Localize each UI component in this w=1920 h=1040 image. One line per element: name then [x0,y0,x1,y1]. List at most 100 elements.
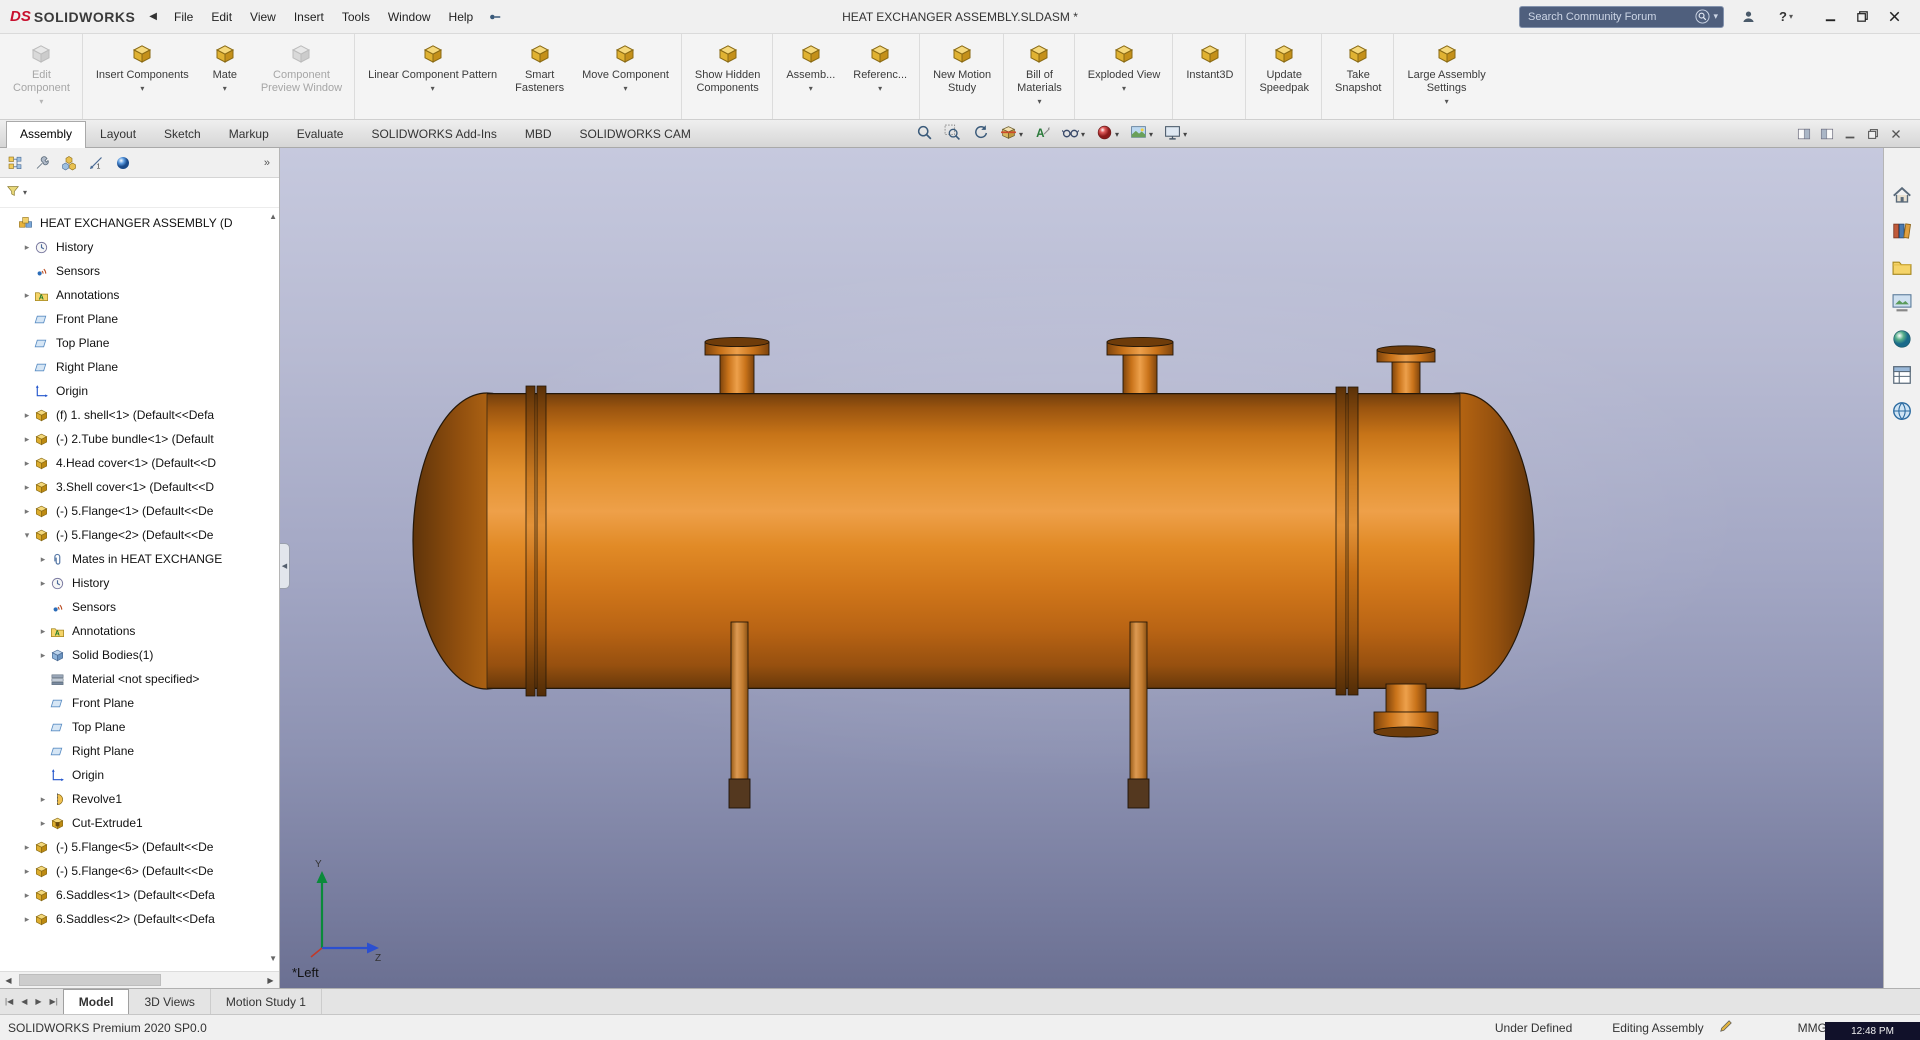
tab-solidworks-add-ins[interactable]: SOLIDWORKS Add-Ins [357,121,510,147]
user-account-icon[interactable] [1734,5,1762,29]
ribbon-bill-of-materials-button[interactable]: Bill of Materials ▾ [1008,34,1075,119]
bottom-tab-3d-views[interactable]: 3D Views [129,989,211,1014]
tab-scroll-icon-0[interactable]: |◀ [3,997,15,1006]
expand-arrow-icon[interactable]: ▸ [20,914,34,925]
ribbon-new-motion-study-button[interactable]: New Motion Study [924,34,1005,119]
nozzle-top-1[interactable] [704,336,770,397]
ribbon-reference-geometry-button[interactable]: Referenc... ▾ [844,34,921,119]
tab-scroll-icon-3[interactable]: ▶| [48,997,60,1006]
zoom-to-area-button[interactable] [944,124,961,144]
restore-doc-icon[interactable] [1865,126,1881,142]
expand-arrow-icon[interactable]: ▾ [20,530,34,541]
propertymanager-tab[interactable] [32,153,52,173]
tree-scroll-down-icon[interactable]: ▼ [269,954,277,963]
tree-item-heat-exchanger-assembly[interactable]: HEAT EXCHANGER ASSEMBLY (D [0,211,279,235]
tree-scroll-up-icon[interactable]: ▲ [269,212,277,221]
ribbon-assembly-features-button[interactable]: Assemb... ▾ [777,34,844,119]
ribbon-insert-components-button[interactable]: Insert Components ▾ [87,34,198,119]
scroll-left-icon[interactable]: ◀ [0,976,17,985]
view-settings-button[interactable]: ▾ [1164,124,1187,144]
custom-properties-button[interactable] [1889,362,1915,388]
tree-item-history[interactable]: ▸ History [0,235,279,259]
expand-arrow-icon[interactable]: ▸ [20,866,34,877]
tab-assembly[interactable]: Assembly [6,121,87,148]
restore-window-icon[interactable] [1846,5,1878,29]
ribbon-smart-fasteners-button[interactable]: Smart Fasteners [506,34,573,119]
search-scope-arrow-icon[interactable]: ▾ [1713,11,1718,22]
expand-arrow-icon[interactable]: ▸ [20,242,34,253]
ribbon-instant3d-button[interactable]: Instant3D [1177,34,1247,119]
tree-item-front-plane[interactable]: Front Plane [0,307,279,331]
tab-layout[interactable]: Layout [86,121,150,147]
expand-arrow-icon[interactable]: ▸ [20,458,34,469]
menu-help[interactable]: Help [440,0,483,34]
vessel-shell[interactable] [487,393,1460,689]
tree-item-top-plane[interactable]: Top Plane [0,331,279,355]
home-button[interactable] [1889,182,1915,208]
tab-evaluate[interactable]: Evaluate [283,121,358,147]
ribbon-linear-component-pattern-button[interactable]: Linear Component Pattern ▾ [359,34,506,119]
dynamic-annotation-views-button[interactable]: A [1034,124,1051,144]
nozzle-bottom[interactable] [1373,683,1439,738]
tree-item-history[interactable]: ▸ History [0,571,279,595]
expand-arrow-icon[interactable]: ▸ [36,554,50,565]
filter-arrow-icon[interactable]: ▾ [23,188,27,197]
tree-item-5-flange-5-default[interactable]: ▸ (-) 5.Flange<5> (Default<<De [0,835,279,859]
menu-file[interactable]: File [165,0,202,34]
search-box[interactable]: ▾ [1519,5,1724,28]
apply-scene-button[interactable]: ▾ [1130,124,1153,144]
design-library-button[interactable] [1889,218,1915,244]
tree-item-2-tube-bundle-1-defa[interactable]: ▸ (-) 2.Tube bundle<1> (Default [0,427,279,451]
ribbon-exploded-view-button[interactable]: Exploded View ▾ [1079,34,1174,119]
collapse-menu-icon[interactable]: ◀ [149,11,157,22]
tree-item-origin[interactable]: Origin [0,379,279,403]
expand-arrow-icon[interactable]: ▸ [36,650,50,661]
menu-view[interactable]: View [241,0,285,34]
tab-scroll-icon-1[interactable]: ◀ [19,997,29,1006]
tab-markup[interactable]: Markup [215,121,283,147]
tree-item-right-plane[interactable]: Right Plane [0,739,279,763]
minimize-window-icon[interactable] [1814,5,1846,29]
solidworks-forum-button[interactable] [1889,398,1915,424]
expand-arrow-icon[interactable]: ▸ [20,506,34,517]
tree-item-revolve1[interactable]: ▸ Revolve1 [0,787,279,811]
edit-appearance-button[interactable]: ▾ [1096,124,1119,144]
ribbon-move-component-button[interactable]: Move Component ▾ [573,34,682,119]
expand-arrow-icon[interactable]: ▸ [20,410,34,421]
tree-item-5-flange-6-default[interactable]: ▸ (-) 5.Flange<6> (Default<<De [0,859,279,883]
expand-arrow-icon[interactable]: ▸ [36,818,50,829]
expand-arrow-icon[interactable]: ▸ [36,794,50,805]
tree-item-solid-bodies-1[interactable]: ▸ Solid Bodies(1) [0,643,279,667]
featuremanager-tab[interactable] [5,153,25,173]
configurationmanager-tab[interactable] [59,153,79,173]
expand-arrow-icon[interactable]: ▸ [36,578,50,589]
nozzle-top-2[interactable] [1106,336,1174,397]
tree-item-3-shell-cover-1-default[interactable]: ▸ 3.Shell cover<1> (Default<<D [0,475,279,499]
saddle-support-2[interactable] [1127,621,1150,809]
tree-item-right-plane[interactable]: Right Plane [0,355,279,379]
tree-item-6-saddles-2-default-def[interactable]: ▸ 6.Saddles<2> (Default<<Defa [0,907,279,931]
ribbon-show-hidden-components-button[interactable]: Show Hidden Components [686,34,774,119]
tree-item-f-1-shell-1-default[interactable]: ▸ (f) 1. shell<1> (Default<<Defa [0,403,279,427]
tree-item-6-saddles-1-default-def[interactable]: ▸ 6.Saddles<1> (Default<<Defa [0,883,279,907]
tree-item-sensors[interactable]: Sensors [0,595,279,619]
tree-item-5-flange-1-default[interactable]: ▸ (-) 5.Flange<1> (Default<<De [0,499,279,523]
bottom-tab-motion-study-1[interactable]: Motion Study 1 [211,989,322,1014]
previous-view-button[interactable] [972,124,989,144]
section-view-button[interactable]: ▾ [1000,124,1023,144]
ribbon-mate-button[interactable]: Mate ▾ [198,34,252,119]
view-palette-button[interactable] [1889,290,1915,316]
search-icon[interactable]: ▾ [1695,9,1718,24]
expand-arrow-icon[interactable]: ▸ [20,842,34,853]
tree-item-mates-in-heat-exchange[interactable]: ▸ Mates in HEAT EXCHANGE [0,547,279,571]
tree-item-5-flange-2-default[interactable]: ▾ (-) 5.Flange<2> (Default<<De [0,523,279,547]
tab-solidworks-cam[interactable]: SOLIDWORKS CAM [566,121,705,147]
tree-item-sensors[interactable]: Sensors [0,259,279,283]
tree-item-front-plane[interactable]: Front Plane [0,691,279,715]
graphics-area[interactable]: Y Z ◀ *Left [280,148,1883,988]
panel-splitter-handle[interactable]: ◀ [280,543,290,589]
ribbon-large-assembly-settings-button[interactable]: Large Assembly Settings ▾ [1398,34,1494,119]
search-input[interactable] [1522,10,1696,23]
tree-tabs-overflow-icon[interactable]: » [260,157,274,169]
expand-arrow-icon[interactable]: ▸ [20,890,34,901]
